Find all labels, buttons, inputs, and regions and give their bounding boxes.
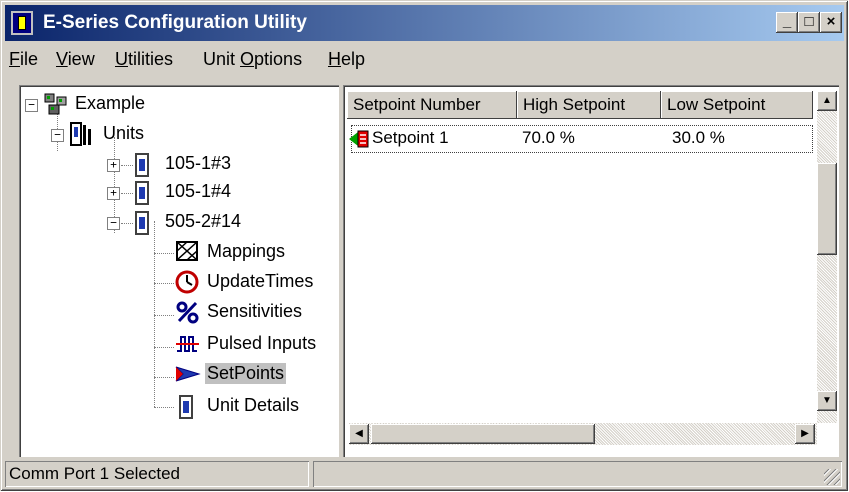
status-bar: Comm Port 1 Selected xyxy=(5,459,844,489)
menu-unit-options[interactable]: Unit Options xyxy=(203,49,302,70)
tree-node-unit-105-1-3[interactable]: + 105-1#3 xyxy=(105,151,305,179)
left-arrow-icon: ◀ xyxy=(355,428,363,439)
tree-line xyxy=(154,315,174,316)
tree-node-label: UpdateTimes xyxy=(207,271,314,291)
unit-icon xyxy=(135,211,149,235)
horizontal-scroll-thumb[interactable] xyxy=(371,424,595,444)
status-text: Comm Port 1 Selected xyxy=(5,461,309,487)
tree-node-sensitivities[interactable]: Sensitivities xyxy=(175,299,345,327)
right-arrow-icon: ▶ xyxy=(801,428,809,439)
menu-utilities[interactable]: Utilities xyxy=(115,49,173,70)
close-icon: × xyxy=(826,13,836,30)
tree-node-label: Pulsed Inputs xyxy=(207,333,317,353)
menu-view-label: iew xyxy=(67,49,95,69)
menu-unit-options-accel: O xyxy=(240,49,255,69)
tree-node-label: Mappings xyxy=(207,241,286,261)
window-title: E-Series Configuration Utility xyxy=(43,12,307,33)
status-panel-empty xyxy=(313,461,842,487)
setpoint-icon xyxy=(348,128,370,155)
low-setpoint-value: 30.0 % xyxy=(672,128,725,147)
menu-help[interactable]: Help xyxy=(328,49,365,70)
tree-node-setpoints[interactable]: SetPoints xyxy=(175,361,345,389)
tree-node-updatetimes[interactable]: UpdateTimes xyxy=(175,269,345,297)
tree-node-unit-505-2-14[interactable]: − 505-2#14 xyxy=(105,209,305,237)
arrow-icon xyxy=(175,361,201,392)
menu-file[interactable]: File xyxy=(9,49,38,70)
vertical-scroll-thumb[interactable] xyxy=(817,163,837,255)
clock-icon xyxy=(175,269,201,300)
collapse-icon[interactable]: − xyxy=(107,217,120,230)
setpoint-name: Setpoint 1 xyxy=(372,128,449,147)
column-header-high-setpoint[interactable]: High Setpoint xyxy=(517,91,661,119)
tree-line xyxy=(154,221,155,407)
scroll-left-button[interactable]: ◀ xyxy=(349,424,369,444)
minimize-button[interactable]: _ xyxy=(776,12,798,33)
menu-view-accel: V xyxy=(56,49,68,69)
menu-unit-options-label: ptions xyxy=(254,49,303,69)
app-window: E-Series Configuration Utility _ □ × Fil… xyxy=(0,0,848,491)
units-icon xyxy=(69,121,99,152)
close-button[interactable]: × xyxy=(820,12,842,33)
resize-grip-icon[interactable] xyxy=(824,469,840,485)
tree-node-label: 505-2#14 xyxy=(165,211,242,231)
app-icon[interactable] xyxy=(11,11,33,35)
maximize-icon: □ xyxy=(804,13,814,30)
column-header-setpoint-number[interactable]: Setpoint Number xyxy=(347,91,517,119)
network-icon xyxy=(43,91,71,122)
expand-icon[interactable]: + xyxy=(107,159,120,172)
scroll-up-button[interactable]: ▲ xyxy=(817,91,837,111)
tree-node-label: SetPoints xyxy=(205,363,287,384)
menu-file-accel: F xyxy=(9,49,20,69)
menu-help-accel: H xyxy=(328,49,341,69)
menu-utilities-accel: U xyxy=(115,49,128,69)
tree-node-units[interactable]: − Units xyxy=(49,121,309,149)
tree-node-label: 105-1#4 xyxy=(165,181,232,201)
tree-node-example[interactable]: − Example xyxy=(23,91,323,119)
table-row[interactable]: Setpoint 1 70.0 % 30.0 % xyxy=(348,125,813,155)
vertical-scrollbar[interactable]: ▲ ▼ xyxy=(817,91,837,423)
unit-tree[interactable]: − Example − Units + 105-1#3 + 105-1#4 − … xyxy=(19,85,339,457)
tree-line xyxy=(154,347,174,348)
tree-line xyxy=(154,407,174,408)
scroll-down-button[interactable]: ▼ xyxy=(817,391,837,411)
tree-node-label: 105-1#3 xyxy=(165,153,232,173)
tree-node-label: Sensitivities xyxy=(207,301,303,321)
up-arrow-icon: ▲ xyxy=(822,95,832,106)
horizontal-scrollbar[interactable]: ◀ ▶ xyxy=(349,423,817,445)
tree-node-label: Units xyxy=(103,123,145,143)
menu-help-label: elp xyxy=(341,49,366,69)
tree-line xyxy=(154,283,174,284)
maximize-button[interactable]: □ xyxy=(798,12,820,33)
menu-file-label: ile xyxy=(20,49,39,69)
expand-icon[interactable]: + xyxy=(107,187,120,200)
unit-icon xyxy=(179,395,193,419)
unit-icon xyxy=(135,153,149,177)
column-header-low-setpoint[interactable]: Low Setpoint xyxy=(661,91,813,119)
tree-node-label: Example xyxy=(75,93,146,113)
collapse-icon[interactable]: − xyxy=(25,99,38,112)
tree-node-unit-105-1-4[interactable]: + 105-1#4 xyxy=(105,179,305,207)
title-bar[interactable]: E-Series Configuration Utility _ □ × xyxy=(5,5,844,41)
mappings-icon xyxy=(175,239,201,270)
tree-node-label: Unit Details xyxy=(207,395,300,415)
menu-unit-options-pre: Unit xyxy=(203,49,241,69)
pulse-icon xyxy=(175,331,201,362)
tree-node-mappings[interactable]: Mappings xyxy=(175,239,335,267)
setpoint-list[interactable]: Setpoint Number High Setpoint Low Setpoi… xyxy=(343,85,839,457)
down-arrow-icon: ▼ xyxy=(822,395,832,406)
tree-line xyxy=(154,253,174,254)
tree-node-unit-details[interactable]: Unit Details xyxy=(175,393,345,421)
percent-icon xyxy=(175,299,201,330)
menu-view[interactable]: View xyxy=(56,49,95,70)
menu-utilities-label: tilities xyxy=(128,49,174,69)
tree-node-pulsed-inputs[interactable]: Pulsed Inputs xyxy=(175,331,345,359)
high-setpoint-value: 70.0 % xyxy=(522,128,575,147)
menu-bar: File View Utilities Unit Options Help xyxy=(5,43,844,73)
scroll-right-button[interactable]: ▶ xyxy=(795,424,815,444)
minimize-icon: _ xyxy=(782,13,792,30)
unit-icon xyxy=(135,181,149,205)
collapse-icon[interactable]: − xyxy=(51,129,64,142)
tree-line xyxy=(154,377,174,378)
